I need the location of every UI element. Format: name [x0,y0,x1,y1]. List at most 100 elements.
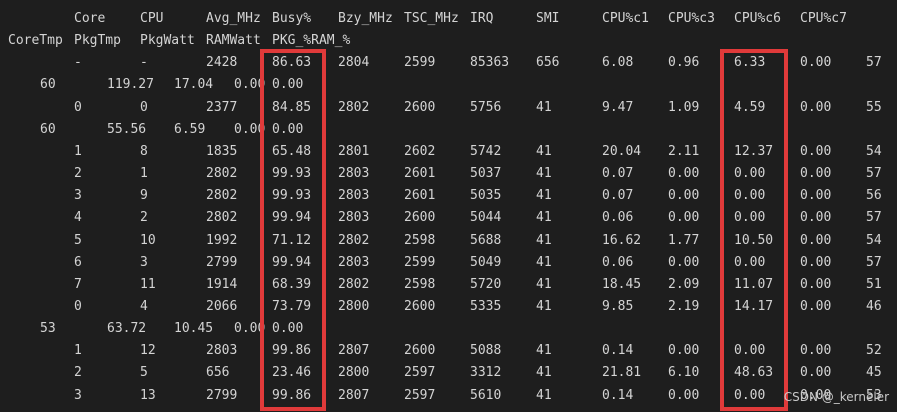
terminal-cell: 10.50 [734,232,774,248]
terminal-cell: Avg_MHz [206,11,261,26]
terminal-line: 1 12 2803 99.86 2807 2600 5088 41 0.14 0.00 0.00 0.… [0,340,897,362]
terminal-cell: 60 [40,121,56,137]
terminal-cell: 2802 [338,276,370,292]
terminal-cell: 2802 [338,99,370,115]
terminal-cell: 119.27 [107,77,154,93]
terminal-cell: 9.85 [602,298,634,314]
terminal-cell: 2801 [338,143,370,159]
terminal-cell: 2601 [404,166,436,182]
terminal-cell: Bzy_MHz [338,11,393,26]
terminal-cell: 2602 [404,143,436,159]
terminal-cell: 2800 [338,298,370,314]
terminal-cell: 57 [866,210,882,226]
terminal-line: 0 0 2377 84.85 2802 2600 5756 41 9.47 1.09 4.59 0.0… [0,97,897,119]
terminal-cell: 65.48 [272,143,312,159]
terminal-cell: 41 [536,232,552,248]
terminal-cell: 2804 [338,55,370,71]
terminal-cell: 10.45 [174,321,214,337]
terminal-cell: 16.62 [602,232,642,248]
terminal-cell: 3312 [470,365,502,381]
terminal-cell: 0.00 [668,166,700,182]
terminal-cell: 0.00 [800,99,832,115]
terminal-cell: SMI [536,11,560,26]
terminal-cell: 2800 [338,365,370,381]
terminal-cell: 54 [866,143,882,159]
terminal-cell: 99.93 [272,166,312,182]
terminal-cell: 0.00 [734,343,766,359]
terminal-cell: 55.56 [107,121,147,137]
terminal-cell: 6.33 [734,55,766,71]
terminal-cell: 0.00 [234,321,266,337]
terminal-cell: 5688 [470,232,502,248]
terminal-line: 2 1 2802 99.93 2803 2601 5037 41 0.07 0.00 0.00 0.0… [0,163,897,185]
terminal-cell: 0.00 [734,254,766,270]
terminal-cell: 1 [74,343,82,359]
terminal-cell: 0.96 [668,55,700,71]
terminal-cell: 54 [866,232,882,248]
terminal-cell: 0.00 [734,210,766,226]
terminal-line: 53 63.72 10.45 0.00 0.00 [0,318,897,340]
terminal-cell: 2807 [338,343,370,359]
terminal-cell: 2598 [404,232,436,248]
terminal-cell: 0.00 [800,188,832,204]
terminal-cell: 2803 [338,254,370,270]
terminal-cell: 2599 [404,254,436,270]
terminal-cell: 0.00 [800,365,832,381]
terminal-cell: 0.00 [234,121,266,137]
terminal-cell: 2802 [206,210,238,226]
terminal-cell: 2597 [404,387,436,403]
terminal-line: 0 4 2066 73.79 2800 2600 5335 41 9.85 2.19 14.17 0.… [0,296,897,318]
terminal-cell: 2803 [338,188,370,204]
terminal-cell: 3 [74,387,82,403]
terminal-cell: 41 [536,276,552,292]
terminal-cell: 5049 [470,254,502,270]
terminal-cell: CPU%c3 [668,11,715,26]
terminal-cell: 11 [140,276,156,292]
terminal-cell: 5610 [470,387,502,403]
terminal-cell: 57 [866,166,882,182]
terminal-cell: 5742 [470,143,502,159]
terminal-cell: 45 [866,365,882,381]
terminal-cell: 6.08 [602,55,634,71]
terminal-cell: 2803 [338,166,370,182]
terminal-cell: 9.47 [602,99,634,115]
terminal-cell: 3 [140,254,148,270]
terminal-cell: 2 [140,210,148,226]
terminal-cell: 11.07 [734,276,774,292]
terminal-line: 7 11 1914 68.39 2802 2598 5720 41 18.45 2.09 11.07… [0,274,897,296]
terminal-cell: 86.63 [272,55,312,71]
terminal-cell: CoreTmp [8,33,63,49]
terminal-cell: 0.00 [734,188,766,204]
terminal-line: Core CPU Avg_MHz Busy% Bzy_MHz TSC_MHz IRQ SMI C… [0,8,897,30]
terminal-cell: PKG_%RAM_% [272,33,351,49]
terminal-cell: 2428 [206,55,238,71]
terminal-cell: 63.72 [107,321,147,337]
terminal-cell: 5 [74,232,82,248]
terminal-cell: 2 [74,365,82,381]
terminal-cell: 5037 [470,166,502,182]
terminal-line: 60 119.27 17.04 0.00 0.00 [0,74,897,96]
terminal-cell: 2799 [206,387,238,403]
terminal-cell: PkgTmp [74,33,121,49]
terminal-cell: 2807 [338,387,370,403]
terminal-cell: 17.04 [174,77,214,93]
terminal-cell: 2597 [404,365,436,381]
terminal-cell: 0.00 [800,55,832,71]
terminal-cell: 0.06 [602,210,634,226]
terminal-cell: 0.00 [734,166,766,182]
terminal-cell: 57 [866,55,882,71]
terminal-cell: 5756 [470,99,502,115]
terminal-cell: 5044 [470,210,502,226]
terminal-cell: IRQ [470,11,494,26]
terminal-cell: 53 [40,321,56,337]
terminal-line: - - 2428 86.63 2804 2599 85363 656 6.08 0.96 6.33 0… [0,52,897,74]
terminal-cell: 99.94 [272,254,312,270]
terminal-cell: 0.00 [800,143,832,159]
terminal-cell: 0.00 [800,343,832,359]
terminal-cell: 1.09 [668,99,700,115]
terminal-cell: 84.85 [272,99,312,115]
terminal-cell: 85363 [470,55,510,71]
terminal-cell: - [140,55,148,71]
terminal-cell: 2802 [206,166,238,182]
terminal-cell: 52 [866,343,882,359]
